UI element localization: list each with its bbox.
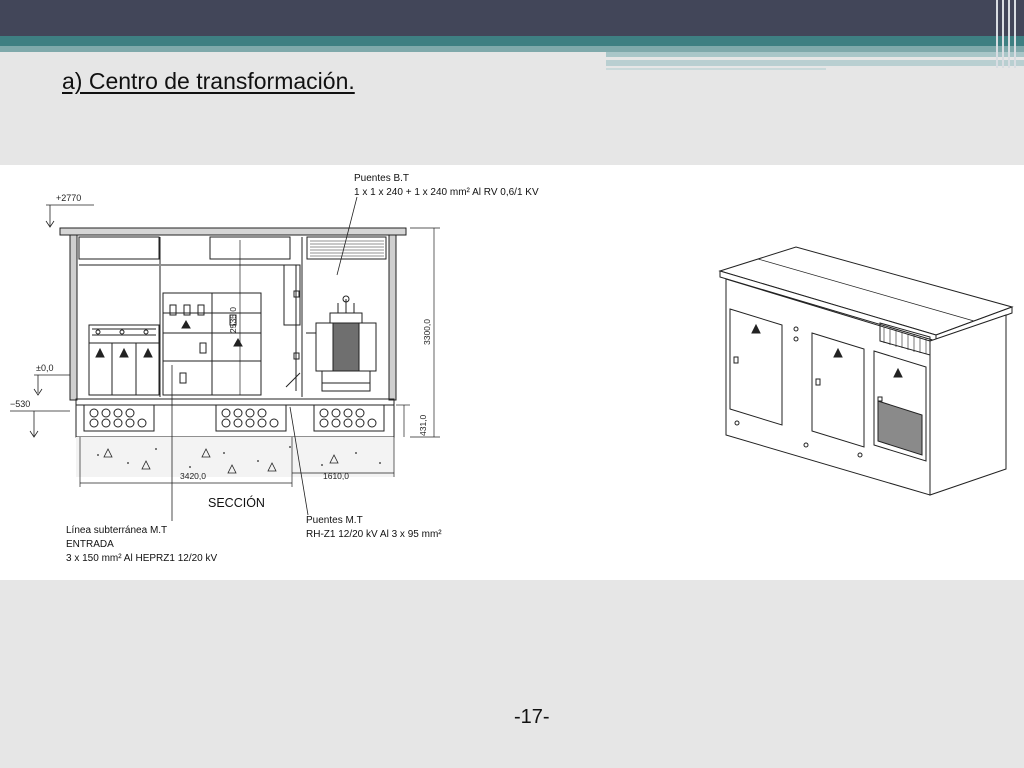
bt-bridges-title: Puentes B.T [354, 173, 409, 184]
dim-length: 3420,0 [180, 471, 206, 481]
header-decorative-stripes [606, 52, 1024, 70]
right-wall [388, 234, 397, 401]
section-label: SECCIÓN [208, 495, 265, 510]
mt-bridges-title: Puentes M.T [306, 515, 363, 526]
roof-slab [59, 227, 407, 236]
dim-inner-height: 2535,0 [228, 307, 238, 333]
lintel-mid [209, 236, 291, 260]
mt-line-title: Línea subterránea M.T [66, 525, 167, 536]
page-number: -17- [514, 706, 550, 728]
mt-bridges-spec: RH-Z1 12/20 kV Al 3 x 95 mm² [306, 529, 442, 540]
bt-panel [162, 292, 262, 396]
dim-base: 431,0 [418, 414, 428, 436]
lintel-left [78, 236, 160, 260]
level-top: +2770 [56, 193, 81, 203]
transformer [306, 295, 377, 392]
mt-line-spec: 3 x 150 mm² Al HEPRZ1 12/20 kV [66, 553, 218, 564]
dim-length2: 1610,0 [323, 471, 349, 481]
level-ground: ±0,0 [36, 363, 53, 373]
dim-height-total: 3300,0 [422, 319, 432, 345]
iso-side-face [929, 314, 1007, 496]
substation-drawing: 2535,0 +2770 ±0,0 −530 3300,0 431,0 3420… [10, 173, 1014, 564]
isometric-view [718, 246, 1014, 496]
mt-switchgear [88, 324, 160, 396]
drawing-panel: 2535,0 +2770 ±0,0 −530 3300,0 431,0 3420… [0, 165, 1024, 580]
header-accent-band [0, 36, 1024, 46]
header-bar [0, 0, 1024, 36]
left-wall [69, 234, 78, 401]
level-bottom: −530 [10, 399, 30, 409]
corner-decorative-lines [992, 0, 1024, 68]
mt-line-entry: ENTRADA [66, 539, 114, 550]
slide-title: a) Centro de transformación. [62, 68, 355, 94]
section-view: 2535,0 +2770 ±0,0 −530 3300,0 431,0 3420… [10, 193, 440, 521]
bt-bridges-spec: 1 x 1 x 240 + 1 x 240 mm² Al RV 0,6/1 KV [354, 187, 539, 198]
